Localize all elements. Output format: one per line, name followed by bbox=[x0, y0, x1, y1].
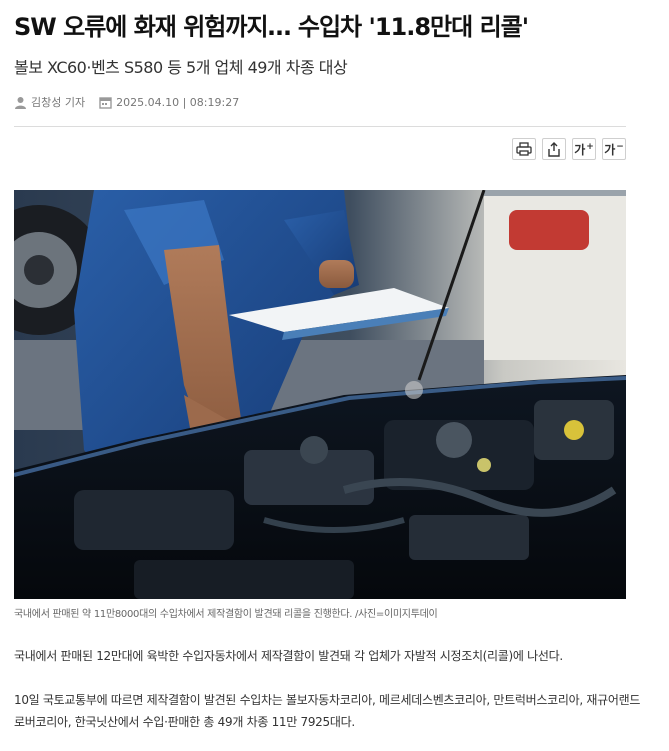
author-name[interactable]: 김창성 기자 bbox=[31, 94, 85, 110]
font-decrease-icon: 가− bbox=[604, 141, 624, 157]
article-page: SW 오류에 화재 위험까지… 수입차 '11.8만대 리콜' 볼보 XC60·… bbox=[0, 0, 669, 751]
print-icon bbox=[516, 142, 532, 156]
share-icon bbox=[548, 141, 560, 157]
share-button[interactable] bbox=[542, 138, 566, 160]
photo-caption: 국내에서 판매된 약 11만8000대의 수입차에서 제작결함이 발견돼 리콜을… bbox=[14, 609, 438, 620]
font-decrease-button[interactable]: 가− bbox=[602, 138, 626, 160]
publish-datetime: 2025.04.10 | 08:19:27 bbox=[116, 95, 240, 109]
article-title: SW 오류에 화재 위험까지… 수입차 '11.8만대 리콜' bbox=[14, 13, 529, 41]
article-paragraph: 국내에서 판매된 12만대에 육박한 수입자동차에서 제작결함이 발견돼 각 업… bbox=[14, 649, 563, 663]
article-toolbar: 가+ 가− bbox=[512, 138, 626, 160]
mechanic-engine-image bbox=[14, 190, 626, 599]
font-increase-icon: 가+ bbox=[574, 141, 594, 157]
article-subtitle: 볼보 XC60·벤츠 S580 등 5개 업체 49개 차종 대상 bbox=[14, 58, 348, 77]
person-icon bbox=[15, 96, 26, 109]
article-photo bbox=[14, 190, 626, 599]
article-meta: 김창성 기자 2025.04.10 | 08:19:27 bbox=[14, 93, 239, 111]
font-increase-button[interactable]: 가+ bbox=[572, 138, 596, 160]
article-paragraph: 10일 국토교통부에 따르면 제작결함이 발견된 수입차는 볼보자동차코리아, … bbox=[14, 693, 641, 729]
calendar-icon bbox=[99, 96, 112, 109]
header-divider bbox=[14, 126, 626, 127]
print-button[interactable] bbox=[512, 138, 536, 160]
